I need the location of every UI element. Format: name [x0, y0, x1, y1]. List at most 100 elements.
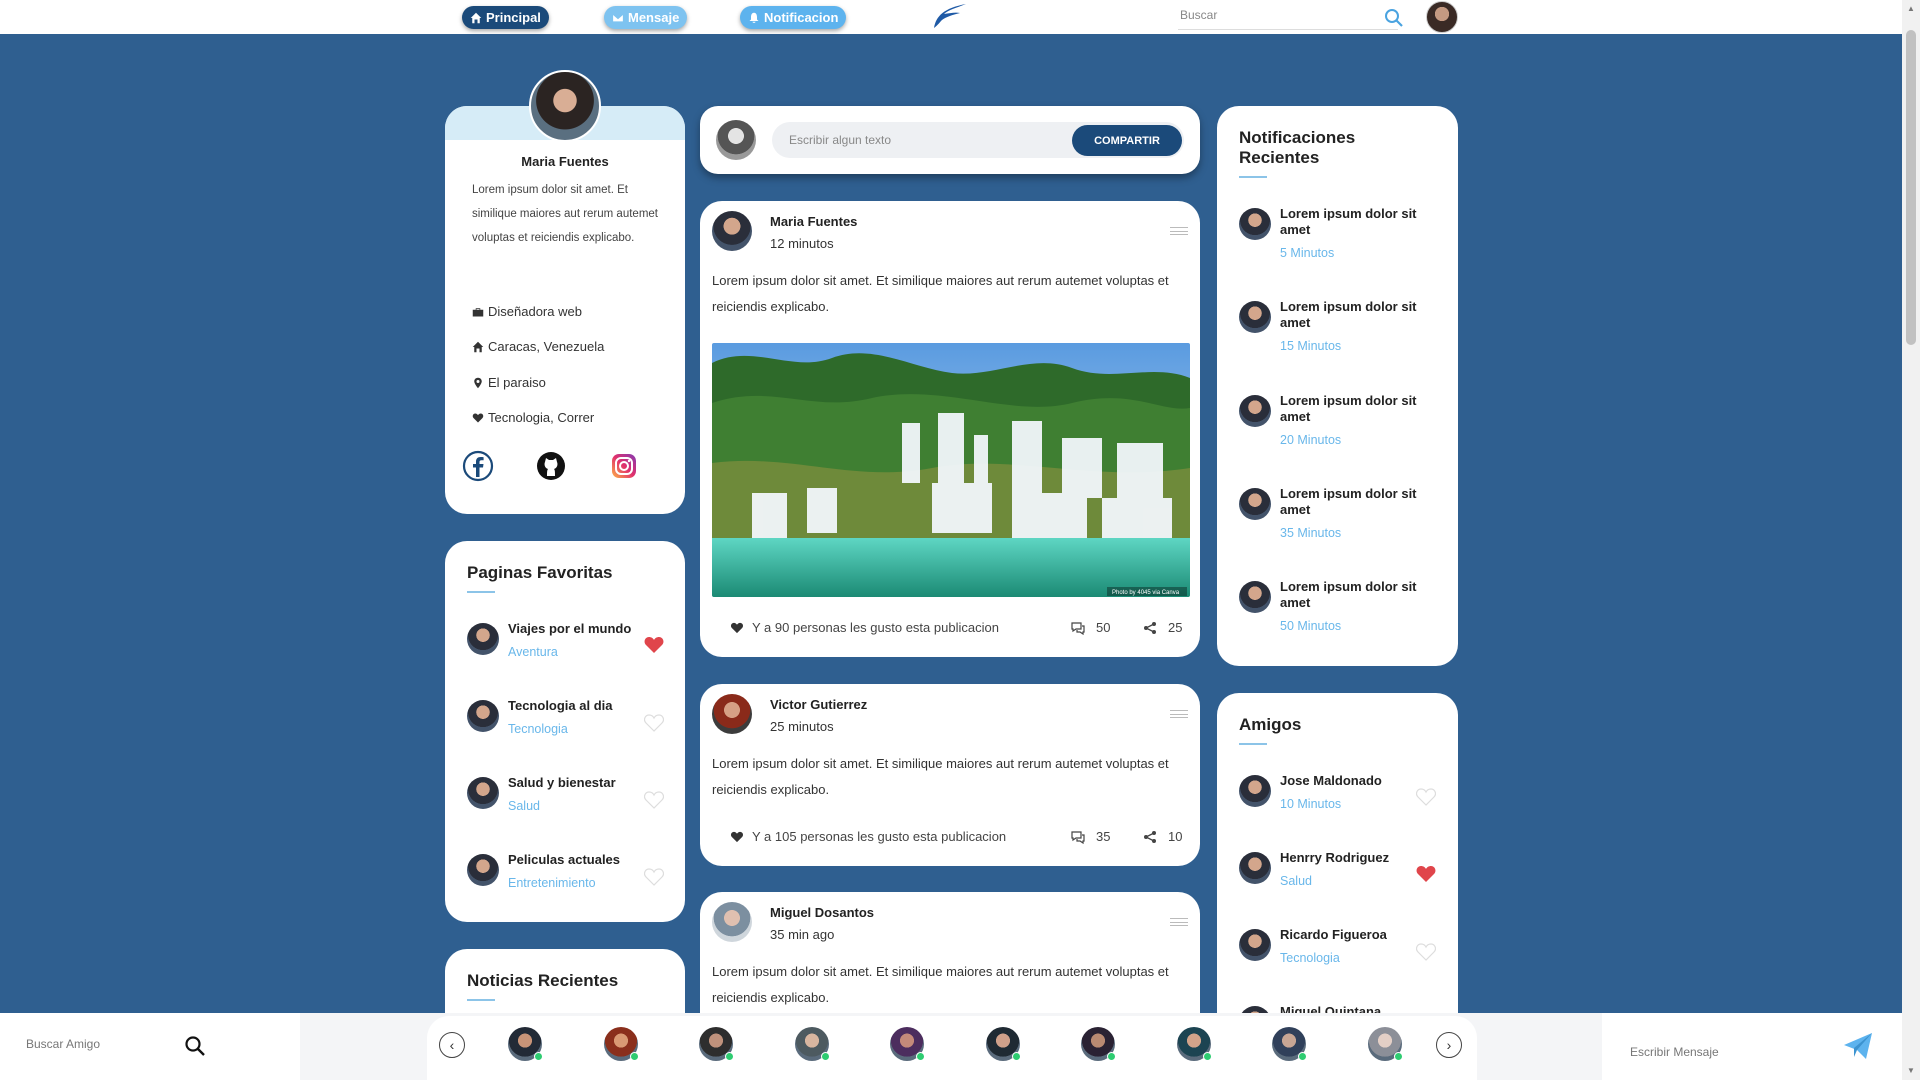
- notifications-title: Notificaciones Recientes: [1239, 128, 1356, 167]
- user-avatar[interactable]: [1426, 1, 1458, 33]
- heart-filled-icon[interactable]: [644, 636, 664, 654]
- heart-outline-icon[interactable]: [644, 791, 664, 809]
- notification-title: Lorem ipsum dolor sit amet: [1280, 486, 1417, 517]
- profile-avatar[interactable]: [529, 70, 601, 142]
- friends-title: Amigos: [1239, 715, 1302, 734]
- heart-outline-icon[interactable]: [1416, 788, 1436, 806]
- favorite-category: Tecnologia: [508, 722, 568, 736]
- post-likes: Y a 105 personas les gusto esta publicac…: [730, 829, 1006, 844]
- post-author[interactable]: Miguel Dosantos: [770, 905, 874, 920]
- post-card: Maria Fuentes 12 minutos Lorem ipsum dol…: [700, 201, 1200, 657]
- heartbeat-icon: [730, 831, 744, 842]
- profile-home-row: Caracas, Venezuela: [472, 339, 604, 354]
- nav-principal-button[interactable]: Principal: [462, 6, 549, 29]
- favorite-title: Salud y bienestar: [508, 775, 616, 790]
- post-author-avatar[interactable]: [712, 694, 752, 734]
- notification-item[interactable]: Lorem ipsum dolor sit amet 20 Minutos: [1239, 393, 1439, 447]
- post-author[interactable]: Maria Fuentes: [770, 214, 857, 229]
- heart-outline-icon[interactable]: [1416, 943, 1436, 961]
- friend-item[interactable]: Henrry Rodriguez Salud: [1239, 850, 1439, 888]
- online-friends-strip: ‹ ›: [427, 1016, 1477, 1080]
- heart-outline-icon[interactable]: [644, 868, 664, 886]
- favorites-card: Paginas Favoritas Viajes por el mundo Av…: [445, 541, 685, 922]
- heart-outline-icon[interactable]: [644, 714, 664, 732]
- profile-card: Maria Fuentes Lorem ipsum dolor sit amet…: [445, 70, 685, 514]
- share-button[interactable]: COMPARTIR: [1072, 125, 1182, 156]
- post-author[interactable]: Victor Gutierrez: [770, 697, 867, 712]
- post-author-avatar[interactable]: [712, 211, 752, 251]
- favorites-title: Paginas Favoritas: [467, 563, 613, 582]
- comments-stat[interactable]: 35: [1070, 829, 1110, 844]
- post-author-avatar[interactable]: [712, 902, 752, 942]
- comments-stat[interactable]: 50: [1070, 620, 1110, 635]
- online-status-dot: [629, 1052, 639, 1061]
- heart-filled-icon[interactable]: [1416, 865, 1436, 883]
- online-friend-avatar[interactable]: [1272, 1027, 1307, 1061]
- scrollbar-thumb[interactable]: [1906, 30, 1916, 345]
- online-friend-avatar[interactable]: [603, 1027, 639, 1061]
- online-friend-avatar[interactable]: [1081, 1027, 1116, 1061]
- notifications-card: Notificaciones Recientes Lorem ipsum dol…: [1217, 106, 1458, 666]
- notification-item[interactable]: Lorem ipsum dolor sit amet 5 Minutos: [1239, 206, 1439, 260]
- search-icon[interactable]: [1384, 8, 1404, 28]
- friend-sub: Tecnologia: [1280, 951, 1340, 965]
- heartbeat-icon: [730, 622, 744, 633]
- shares-stat[interactable]: 10: [1142, 829, 1182, 844]
- shares-stat[interactable]: 25: [1142, 620, 1182, 635]
- chevron-right-icon[interactable]: ›: [1436, 1032, 1462, 1058]
- online-friend-avatar[interactable]: [985, 1027, 1021, 1061]
- instagram-icon[interactable]: [608, 450, 640, 482]
- logo-icon[interactable]: [930, 2, 970, 30]
- share-icon: [1144, 621, 1156, 634]
- notification-time: 50 Minutos: [1280, 619, 1342, 633]
- title-underline: [467, 591, 495, 593]
- search-icon[interactable]: [184, 1035, 206, 1057]
- friend-name: Ricardo Figueroa: [1280, 927, 1387, 942]
- post-text: Lorem ipsum dolor sit amet. Et similique…: [712, 273, 1169, 314]
- title-underline: [467, 999, 495, 1001]
- top-search-input[interactable]: Buscar: [1178, 4, 1398, 30]
- notification-time: 15 Minutos: [1280, 339, 1342, 353]
- post-menu-icon[interactable]: [1170, 227, 1188, 235]
- favorite-item[interactable]: Tecnologia al dia Tecnologia: [467, 698, 667, 736]
- online-friend-avatar[interactable]: [699, 1027, 734, 1061]
- notification-item[interactable]: Lorem ipsum dolor sit amet 15 Minutos: [1239, 299, 1439, 353]
- friend-avatar: [1239, 775, 1271, 807]
- notification-time: 35 Minutos: [1280, 526, 1342, 540]
- online-friend-avatar[interactable]: [890, 1027, 925, 1061]
- nav-mensaje-button[interactable]: Mensaje: [604, 6, 688, 29]
- friend-item[interactable]: Ricardo Figueroa Tecnologia: [1239, 927, 1439, 965]
- page-scrollbar[interactable]: ▲ ▼: [1902, 0, 1920, 1080]
- profile-interests-row: Tecnologia, Correr: [472, 410, 594, 425]
- online-status-dot: [725, 1052, 734, 1061]
- profile-location-row: El paraiso: [472, 375, 546, 390]
- friend-item[interactable]: Jose Maldonado 10 Minutos: [1239, 773, 1439, 811]
- post-likes-text: Y a 105 personas les gusto esta publicac…: [752, 829, 1007, 844]
- favorite-avatar: [467, 777, 499, 809]
- online-friend-avatar[interactable]: [1176, 1027, 1212, 1061]
- online-friend-avatar[interactable]: [794, 1027, 830, 1061]
- online-friend-avatar[interactable]: [508, 1027, 543, 1061]
- github-icon[interactable]: [535, 450, 567, 482]
- post-menu-icon[interactable]: [1170, 710, 1188, 718]
- chevron-left-icon[interactable]: ‹: [439, 1032, 465, 1058]
- nav-notificacion-button[interactable]: Notificacion: [740, 6, 847, 29]
- waterfall-image: Photo by 4045 via Canva: [712, 343, 1190, 597]
- scroll-up-arrow-icon[interactable]: ▲: [1906, 4, 1916, 14]
- send-icon[interactable]: [1842, 1031, 1874, 1061]
- favorite-item[interactable]: Peliculas actuales Entretenimiento: [467, 852, 667, 890]
- favorite-item[interactable]: Salud y bienestar Salud: [467, 775, 667, 813]
- facebook-icon[interactable]: [462, 450, 494, 482]
- notification-item[interactable]: Lorem ipsum dolor sit amet 50 Minutos: [1239, 579, 1439, 633]
- favorite-title: Peliculas actuales: [508, 852, 621, 867]
- favorite-item[interactable]: Viajes por el mundo Aventura: [467, 621, 667, 659]
- home-icon: [470, 12, 482, 23]
- online-friend-avatar[interactable]: [1367, 1027, 1403, 1061]
- post-menu-icon[interactable]: [1170, 918, 1188, 926]
- message-input[interactable]: Escribir Mensaje: [1630, 1045, 1719, 1059]
- bell-icon: [749, 12, 759, 23]
- envelope-icon: [612, 13, 624, 22]
- scroll-down-arrow-icon[interactable]: ▼: [1906, 1066, 1916, 1076]
- notification-item[interactable]: Lorem ipsum dolor sit amet 35 Minutos: [1239, 486, 1439, 540]
- friend-search-input[interactable]: Buscar Amigo: [26, 1037, 100, 1051]
